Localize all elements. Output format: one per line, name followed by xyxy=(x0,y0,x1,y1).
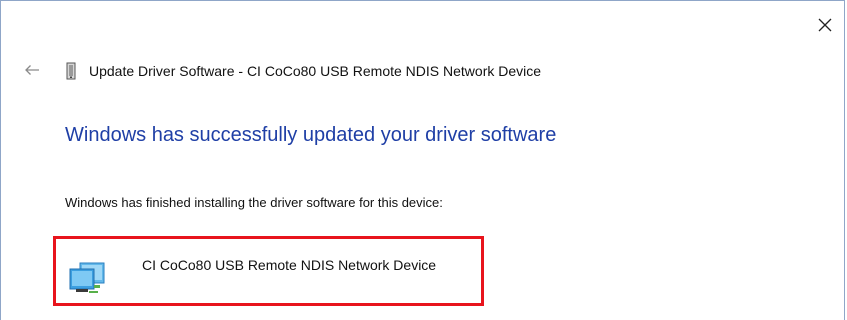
close-button[interactable] xyxy=(807,10,843,40)
device-manager-icon xyxy=(66,62,76,80)
dialog-header: Update Driver Software - CI CoCo80 USB R… xyxy=(65,61,541,81)
install-message: Windows has finished installing the driv… xyxy=(65,195,443,210)
device-highlight-box: CI CoCo80 USB Remote NDIS Network Device xyxy=(53,236,484,306)
close-icon xyxy=(818,18,832,32)
success-heading: Windows has successfully updated your dr… xyxy=(65,124,557,146)
back-button[interactable] xyxy=(21,58,43,82)
dialog-header-title: Update Driver Software - CI CoCo80 USB R… xyxy=(89,63,542,79)
back-arrow-icon xyxy=(25,65,39,75)
device-name: CI CoCo80 USB Remote NDIS Network Device xyxy=(142,257,437,273)
network-adapter-icon xyxy=(69,262,105,293)
update-driver-dialog: Update Driver Software - CI CoCo80 USB R… xyxy=(0,0,845,320)
